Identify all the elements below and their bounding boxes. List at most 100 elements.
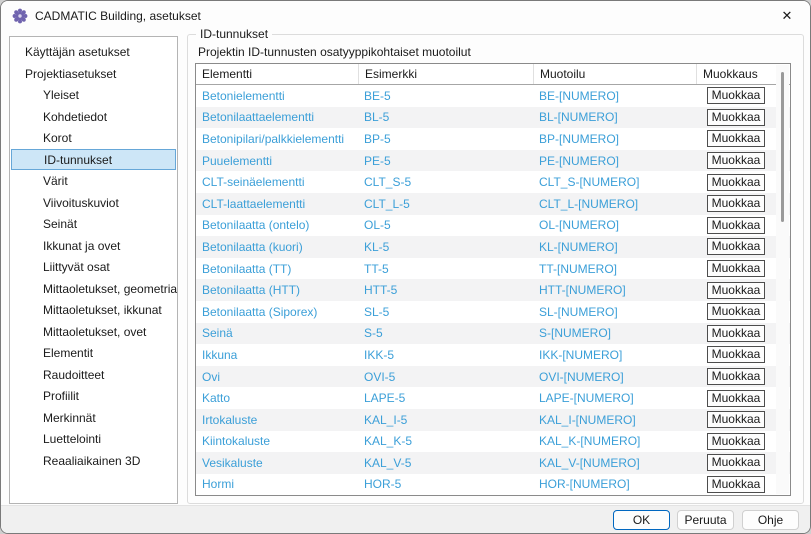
cell-muotoilu: HTT-[NUMERO]: [533, 283, 696, 297]
cell-esimerkki: IKK-5: [358, 348, 533, 362]
table-row: Seinä S-5 S-[NUMERO] Muokkaa: [196, 323, 790, 345]
cell-muotoilu: SL-[NUMERO]: [533, 305, 696, 319]
cell-esimerkki: BP-5: [358, 132, 533, 146]
table-body: Betonielementti BE-5 BE-[NUMERO] Muokkaa…: [196, 85, 790, 495]
sidebar-item-v-rit[interactable]: Värit: [10, 170, 177, 192]
cell-elementti: Betonilaatta (TT): [196, 262, 358, 276]
sidebar-item-mittaoletukset-ikkunat[interactable]: Mittaoletukset, ikkunat: [10, 299, 177, 321]
muokkaa-button[interactable]: Muokkaa: [707, 109, 765, 126]
table-row: Betonielementti BE-5 BE-[NUMERO] Muokkaa: [196, 85, 790, 107]
muokkaa-button[interactable]: Muokkaa: [707, 390, 765, 407]
table-scrollbar[interactable]: [776, 65, 789, 494]
cell-elementti: Betonipilari/palkkielementti: [196, 132, 358, 146]
settings-dialog: CADMATIC Building, asetukset ✕ Käyttäjän…: [0, 0, 811, 534]
muokkaa-button[interactable]: Muokkaa: [707, 260, 765, 277]
table-row: Vesikaluste KAL_V-5 KAL_V-[NUMERO] Muokk…: [196, 452, 790, 474]
muokkaa-button[interactable]: Muokkaa: [707, 87, 765, 104]
cell-muotoilu: OVI-[NUMERO]: [533, 370, 696, 384]
sidebar-item-merkinn-t[interactable]: Merkinnät: [10, 407, 177, 429]
muokkaa-button[interactable]: Muokkaa: [707, 217, 765, 234]
cell-elementti: Seinä: [196, 326, 358, 340]
sidebar-item-reaaliaikainen-3d[interactable]: Reaaliaikainen 3D: [10, 450, 177, 472]
cell-elementti: Hormi: [196, 477, 358, 491]
table-row: Hormi HOR-5 HOR-[NUMERO] Muokkaa: [196, 474, 790, 496]
cell-muotoilu: BL-[NUMERO]: [533, 110, 696, 124]
muokkaa-button[interactable]: Muokkaa: [707, 346, 765, 363]
cell-muotoilu: LAPE-[NUMERO]: [533, 391, 696, 405]
sidebar-item-projektiasetukset[interactable]: Projektiasetukset: [10, 63, 177, 85]
cell-esimerkki: HTT-5: [358, 283, 533, 297]
muokkaa-button[interactable]: Muokkaa: [707, 368, 765, 385]
cell-elementti: Puuelementti: [196, 154, 358, 168]
table-caption: Projektin ID-tunnusten osatyyppikohtaise…: [198, 45, 471, 59]
cell-elementti: CLT-seinäelementti: [196, 175, 358, 189]
cell-esimerkki: OL-5: [358, 218, 533, 232]
cell-esimerkki: KAL_V-5: [358, 456, 533, 470]
sidebar-item-ikkunat-ja-ovet[interactable]: Ikkunat ja ovet: [10, 235, 177, 257]
sidebar-item-k-ytt-j-n-asetukset[interactable]: Käyttäjän asetukset: [10, 41, 177, 63]
sidebar-item-luettelointi[interactable]: Luettelointi: [10, 428, 177, 450]
close-icon[interactable]: ✕: [764, 1, 810, 31]
table-row: Kiintokaluste KAL_K-5 KAL_K-[NUMERO] Muo…: [196, 431, 790, 453]
table-row: Betonilaatta (TT) TT-5 TT-[NUMERO] Muokk…: [196, 258, 790, 280]
table-row: Ikkuna IKK-5 IKK-[NUMERO] Muokkaa: [196, 344, 790, 366]
muokkaa-button[interactable]: Muokkaa: [707, 303, 765, 320]
cell-elementti: Betonilaattaelementti: [196, 110, 358, 124]
sidebar-item-viivoituskuviot[interactable]: Viivoituskuviot: [10, 192, 177, 214]
muokkaa-button[interactable]: Muokkaa: [707, 174, 765, 191]
sidebar-item-sein-t[interactable]: Seinät: [10, 213, 177, 235]
cell-elementti: Betonilaatta (ontelo): [196, 218, 358, 232]
cell-muotoilu: KAL_V-[NUMERO]: [533, 456, 696, 470]
cell-esimerkki: SL-5: [358, 305, 533, 319]
sidebar-item-mittaoletukset-ovet[interactable]: Mittaoletukset, ovet: [10, 321, 177, 343]
muokkaa-button[interactable]: Muokkaa: [707, 282, 765, 299]
muokkaa-button[interactable]: Muokkaa: [707, 238, 765, 255]
table-header-row: Elementti Esimerkki Muotoilu Muokkaus: [196, 64, 790, 85]
muokkaa-button[interactable]: Muokkaa: [707, 411, 765, 428]
window-title: CADMATIC Building, asetukset: [35, 9, 201, 23]
sidebar-item-liittyv-t-osat[interactable]: Liittyvät osat: [10, 256, 177, 278]
sidebar-item-yleiset[interactable]: Yleiset: [10, 84, 177, 106]
muokkaa-button[interactable]: Muokkaa: [707, 433, 765, 450]
cell-elementti: CLT-laattaelementti: [196, 197, 358, 211]
id-tunnukset-groupbox: ID-tunnukset Projektin ID-tunnusten osat…: [187, 34, 804, 504]
table-row: Irtokaluste KAL_I-5 KAL_I-[NUMERO] Muokk…: [196, 409, 790, 431]
muokkaa-button[interactable]: Muokkaa: [707, 130, 765, 147]
sidebar-item-korot[interactable]: Korot: [10, 127, 177, 149]
cell-esimerkki: LAPE-5: [358, 391, 533, 405]
cell-esimerkki: OVI-5: [358, 370, 533, 384]
muokkaa-button[interactable]: Muokkaa: [707, 195, 765, 212]
sidebar-item-kohdetiedot[interactable]: Kohdetiedot: [10, 106, 177, 128]
sidebar-item-profiilit[interactable]: Profiilit: [10, 385, 177, 407]
cell-elementti: Katto: [196, 391, 358, 405]
table-row: Betonilaatta (ontelo) OL-5 OL-[NUMERO] M…: [196, 215, 790, 237]
cell-elementti: Betonilaatta (kuori): [196, 240, 358, 254]
cell-elementti: Betonilaatta (HTT): [196, 283, 358, 297]
table-row: Betonilaatta (kuori) KL-5 KL-[NUMERO] Mu…: [196, 236, 790, 258]
sidebar-item-elementit[interactable]: Elementit: [10, 342, 177, 364]
ohje-button[interactable]: Ohje: [742, 510, 799, 530]
table-row: Betonilaatta (Siporex) SL-5 SL-[NUMERO] …: [196, 301, 790, 323]
muokkaa-button[interactable]: Muokkaa: [707, 152, 765, 169]
settings-nav: Käyttäjän asetuksetProjektiasetuksetYlei…: [9, 36, 178, 504]
cell-esimerkki: KL-5: [358, 240, 533, 254]
cell-elementti: Irtokaluste: [196, 413, 358, 427]
cell-muotoilu: PE-[NUMERO]: [533, 154, 696, 168]
scrollbar-thumb[interactable]: [781, 72, 784, 222]
sidebar-item-mittaoletukset-geometria[interactable]: Mittaoletukset, geometria: [10, 278, 177, 300]
id-format-table: Elementti Esimerkki Muotoilu Muokkaus Be…: [195, 63, 791, 496]
muokkaa-button[interactable]: Muokkaa: [707, 454, 765, 471]
muokkaa-button[interactable]: Muokkaa: [707, 476, 765, 493]
sidebar-item-id-tunnukset[interactable]: ID-tunnukset: [11, 149, 176, 171]
peruuta-button[interactable]: Peruuta: [677, 510, 734, 530]
muokkaa-button[interactable]: Muokkaa: [707, 325, 765, 342]
cell-esimerkki: HOR-5: [358, 477, 533, 491]
cell-muotoilu: CLT_L-[NUMERO]: [533, 197, 696, 211]
ok-button[interactable]: OK: [613, 510, 670, 530]
cell-elementti: Ovi: [196, 370, 358, 384]
sidebar-item-raudoitteet[interactable]: Raudoitteet: [10, 364, 177, 386]
cell-esimerkki: TT-5: [358, 262, 533, 276]
cell-esimerkki: PE-5: [358, 154, 533, 168]
cell-muotoilu: OL-[NUMERO]: [533, 218, 696, 232]
cell-esimerkki: KAL_I-5: [358, 413, 533, 427]
